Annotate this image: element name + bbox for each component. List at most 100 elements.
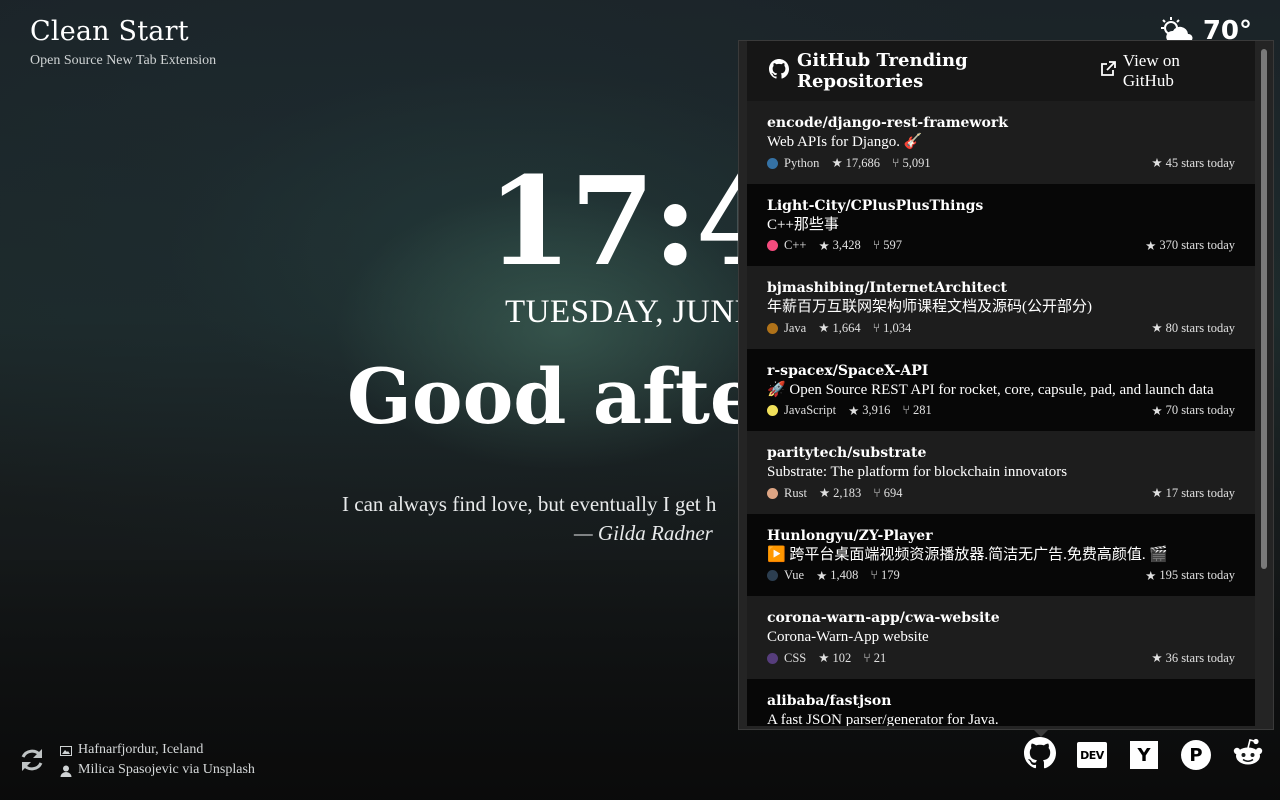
fork-icon: ⑂: [902, 403, 910, 417]
panel-header: GitHub Trending Repositories View on Git…: [747, 41, 1255, 101]
dock: DEV Y P: [1024, 737, 1264, 773]
repo-language: JavaScript: [767, 403, 836, 418]
hacker-news-button[interactable]: Y: [1128, 739, 1160, 771]
star-icon: ★: [818, 651, 830, 665]
forks-count: 694: [883, 485, 903, 500]
star-icon: ★: [1151, 156, 1163, 170]
language-label: C++: [784, 238, 807, 252]
photographer-credit[interactable]: Milica Spasojevic via Unsplash: [78, 760, 255, 780]
repo-forks: ⑂ 281: [902, 403, 931, 418]
repo-language: C++: [767, 238, 806, 253]
greeting: Good after: [347, 352, 799, 441]
fork-icon: ⑂: [873, 485, 881, 500]
reddit-button[interactable]: [1232, 738, 1264, 771]
repo-item[interactable]: r-spacex/SpaceX-API 🚀 Open Source REST A…: [747, 348, 1255, 431]
repo-stars: ★ 3,916: [848, 403, 890, 419]
photo-credit: Hafnarfjordur, Iceland Milica Spasojevic…: [18, 740, 255, 780]
star-icon: ★: [1151, 651, 1163, 665]
stars-today-label: 45 stars today: [1165, 155, 1235, 170]
repo-meta: Java ★ 1,664 ⑂ 1,034 ★ 80 stars today: [767, 320, 1235, 336]
repo-language: Java: [767, 321, 806, 336]
repo-meta: JavaScript ★ 3,916 ⑂ 281 ★ 70 stars today: [767, 403, 1235, 419]
github-icon: [1024, 737, 1057, 773]
repo-meta: Python ★ 17,686 ⑂ 5,091 ★ 45 stars today: [767, 155, 1235, 171]
stars-count: 17,686: [845, 155, 881, 170]
star-icon: ★: [848, 403, 860, 418]
repo-description: 🚀 Open Source REST API for rocket, core,…: [767, 381, 1214, 398]
repo-name: bjmashibing/InternetArchitect: [767, 280, 1007, 296]
repo-name: Light-City/CPlusPlusThings: [767, 197, 984, 214]
repo-stars-today: ★ 80 stars today: [1151, 320, 1235, 336]
repo-forks: ⑂ 694: [873, 486, 902, 501]
image-icon: [60, 744, 72, 756]
repo-forks: ⑂ 1,034: [873, 321, 912, 336]
language-color-dot: [767, 405, 778, 416]
view-on-github-label: View on GitHub: [1122, 51, 1180, 90]
repo-item[interactable]: bjmashibing/InternetArchitect 年薪百万互联网架构师…: [747, 266, 1255, 349]
fork-icon: ⑂: [872, 320, 881, 335]
star-icon: ★: [818, 321, 830, 335]
repo-stars-today: ★ 45 stars today: [1151, 155, 1235, 171]
repo-forks: ⑂ 597: [873, 238, 902, 253]
repo-item[interactable]: encode/django-rest-framework Web APIs fo…: [747, 101, 1255, 184]
repo-description: 年薪百万互联网架构师课程文档及源码(公开部分): [767, 299, 1092, 315]
repo-meta: Vue ★ 1,408 ⑂ 179 ★ 195 stars today: [767, 568, 1235, 584]
product-hunt-button[interactable]: P: [1180, 739, 1212, 771]
language-label: CSS: [784, 650, 807, 665]
repo-meta: C++ ★ 3,428 ⑂ 597 ★ 370 stars today: [767, 238, 1235, 254]
panel-title: GitHub Trending Repositories: [769, 50, 1100, 92]
stars-today-label: 70 stars today: [1165, 403, 1235, 417]
repo-meta: CSS ★ 102 ⑂ 21 ★ 36 stars today: [767, 650, 1235, 666]
repo-item[interactable]: corona-warn-app/cwa-website Corona-Warn-…: [747, 596, 1255, 679]
forks-count: 281: [912, 403, 932, 417]
repo-description: Corona-Warn-App website: [767, 629, 929, 645]
repo-stars: ★ 17,686: [831, 155, 880, 171]
repo-forks: ⑂ 21: [863, 651, 886, 666]
language-label: JavaScript: [784, 403, 837, 417]
repo-stars-today: ★ 17 stars today: [1151, 485, 1235, 501]
repo-stars: ★ 1,664: [818, 320, 860, 336]
star-icon: ★: [818, 486, 831, 500]
language-color-dot: [767, 652, 778, 664]
repo-language: Rust: [767, 486, 807, 501]
language-color-dot: [767, 240, 778, 251]
repo-list: encode/django-rest-framework Web APIs fo…: [747, 101, 1255, 726]
repo-language: CSS: [767, 651, 806, 666]
repo-forks: ⑂ 5,091: [892, 156, 931, 171]
repo-item[interactable]: Hunlongyu/ZY-Player ▶️ 跨平台桌面端视频资源播放器.简洁无…: [747, 513, 1255, 596]
repo-stars-today: ★ 70 stars today: [1151, 403, 1235, 419]
repo-stars: ★ 1,408: [816, 568, 858, 584]
star-icon: ★: [1151, 486, 1163, 500]
star-icon: ★: [1151, 321, 1163, 335]
stars-count: 2,183: [833, 485, 862, 500]
repo-item[interactable]: Light-City/CPlusPlusThings C++那些事 C++ ★ 3…: [747, 183, 1255, 266]
refresh-icon[interactable]: [18, 746, 46, 774]
dev-to-button[interactable]: DEV: [1076, 739, 1108, 771]
repo-item[interactable]: alibaba/fastjson A fast JSON parser/gene…: [747, 678, 1255, 727]
forks-count: 21: [873, 650, 887, 665]
star-icon: ★: [1145, 238, 1157, 253]
forks-count: 179: [880, 568, 900, 582]
repo-name: alibaba/fastjson: [767, 692, 892, 709]
quote-author: — Gilda Radner: [574, 521, 713, 545]
dev-logo-icon: DEV: [1077, 742, 1107, 768]
stars-today-label: 36 stars today: [1165, 650, 1235, 665]
repo-description: C++那些事: [767, 216, 839, 233]
github-button[interactable]: [1024, 737, 1057, 773]
fork-icon: ⑂: [870, 568, 878, 582]
photo-location[interactable]: Hafnarfjordur, Iceland: [78, 740, 203, 760]
repo-description: A fast JSON parser/generator for Java.: [767, 711, 999, 727]
repo-stars-today: ★ 195 stars today: [1145, 568, 1235, 584]
repo-name: encode/django-rest-framework: [767, 115, 1008, 131]
star-icon: ★: [816, 568, 828, 583]
fork-icon: ⑂: [863, 650, 871, 665]
repo-description: ▶️ 跨平台桌面端视频资源播放器.简洁无广告.免费高颜值. 🎬: [767, 546, 1169, 563]
stars-count: 1,408: [830, 568, 859, 582]
star-icon: ★: [818, 238, 830, 253]
language-label: Vue: [784, 568, 805, 582]
view-on-github-link[interactable]: View on GitHub: [1100, 51, 1235, 91]
repo-item[interactable]: paritytech/substrate Substrate: The plat…: [747, 431, 1255, 514]
panel-scrollbar[interactable]: [1261, 49, 1267, 569]
brand-title: Clean Start: [30, 16, 189, 47]
panel-title-text: GitHub Trending Repositories: [797, 50, 968, 92]
